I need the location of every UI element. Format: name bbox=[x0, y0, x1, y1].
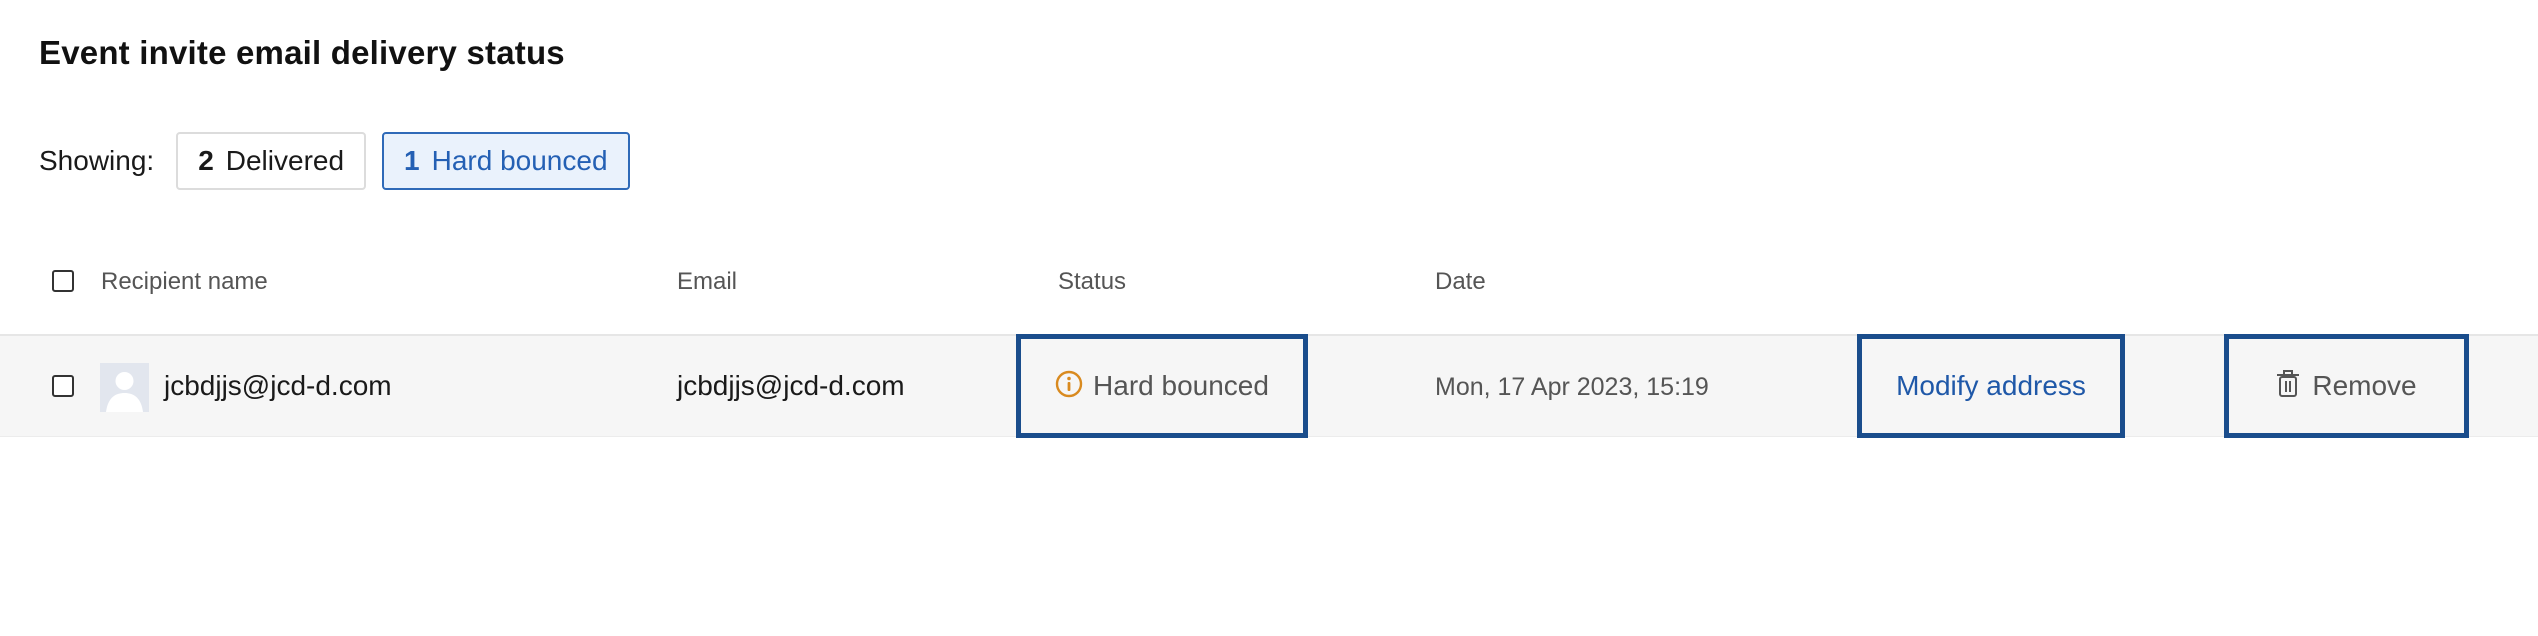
row-date: Mon, 17 Apr 2023, 15:19 bbox=[1435, 373, 1709, 401]
filter-chip-delivered[interactable]: 2 Delivered bbox=[176, 132, 367, 190]
table-row: jcbdjjs@jcd-d.com jcbdjjs@jcd-d.com Hard… bbox=[0, 334, 2538, 438]
remove-label: Remove bbox=[2312, 370, 2417, 401]
page-title: Event invite email delivery status bbox=[39, 34, 565, 71]
modify-address-label: Modify address bbox=[1896, 370, 2086, 401]
recipient-name: jcbdjjs@jcd-d.com bbox=[164, 370, 392, 401]
filter-chip-count: 2 bbox=[198, 145, 214, 176]
filter-chip-label: Delivered bbox=[225, 145, 345, 176]
trash-icon bbox=[2276, 369, 2300, 403]
filter-bar: Showing: 2 Delivered 1 Hard bounced bbox=[39, 131, 646, 191]
status-badge: Hard bounced bbox=[1016, 334, 1308, 438]
filter-chip-hard-bounced[interactable]: 1 Hard bounced bbox=[382, 132, 630, 190]
avatar bbox=[100, 363, 149, 412]
remove-button[interactable]: Remove bbox=[2224, 334, 2469, 438]
row-checkbox[interactable] bbox=[52, 375, 74, 397]
filter-chip-count: 1 bbox=[404, 145, 420, 176]
column-header-email[interactable]: Email bbox=[677, 268, 737, 296]
recipient-email: jcbdjjs@jcd-d.com bbox=[677, 370, 905, 401]
filter-chip-label: Hard bounced bbox=[431, 145, 608, 176]
info-icon bbox=[1055, 370, 1083, 403]
recipients-table: Recipient name Email Status Date jcbdjjs… bbox=[0, 248, 2538, 438]
person-placeholder-icon bbox=[100, 363, 149, 412]
table-header-row: Recipient name Email Status Date bbox=[0, 248, 2538, 336]
column-header-recipient-name[interactable]: Recipient name bbox=[101, 268, 268, 296]
select-all-checkbox[interactable] bbox=[52, 270, 74, 292]
showing-label: Showing: bbox=[39, 145, 155, 176]
column-header-date[interactable]: Date bbox=[1435, 268, 1486, 296]
status-text: Hard bounced bbox=[1093, 370, 1269, 401]
delivery-status-page: Event invite email delivery status Showi… bbox=[0, 0, 2538, 636]
modify-address-button[interactable]: Modify address bbox=[1857, 334, 2125, 438]
column-header-status[interactable]: Status bbox=[1058, 268, 1126, 296]
